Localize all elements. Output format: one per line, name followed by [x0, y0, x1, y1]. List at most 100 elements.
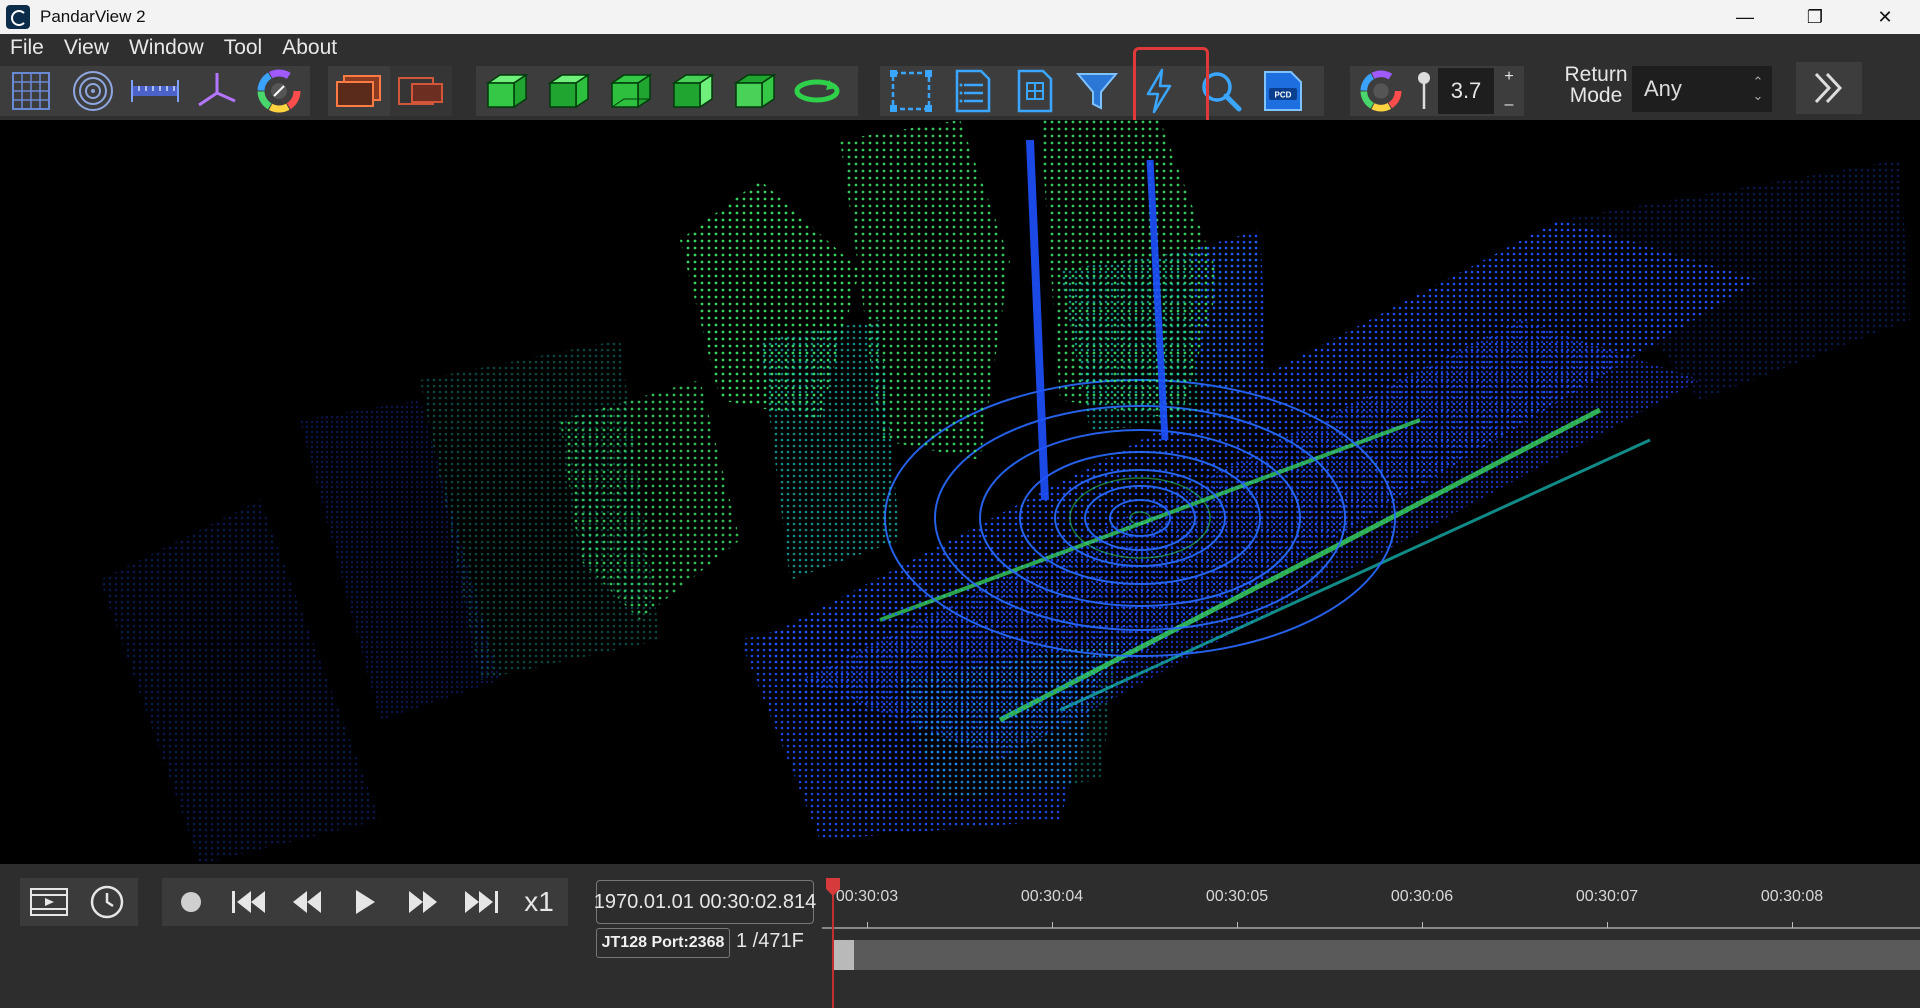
tick-label: 00:30:05: [1205, 888, 1269, 905]
menu-bar: File View Window Tool About: [0, 34, 347, 62]
frames-overlay-button[interactable]: [328, 66, 390, 116]
playback-panel: x1 1970.01.01 00:30:02.814 JT128 Port:23…: [0, 864, 1920, 1008]
record-icon: [181, 892, 201, 912]
menu-window[interactable]: Window: [119, 34, 214, 62]
point-size-group: [1350, 66, 1524, 116]
rotate-reset-button[interactable]: [786, 66, 848, 116]
timestamp-display[interactable]: 1970.01.01 00:30:02.814: [594, 880, 816, 924]
transport-controls: x1: [162, 878, 568, 926]
color-wheel-icon: [257, 69, 301, 113]
tick-mark: [1422, 922, 1423, 928]
return-mode-label-line2: Mode: [1569, 84, 1623, 107]
point-list-icon: [955, 69, 991, 113]
color-wheel-icon: [1360, 70, 1402, 112]
menu-about[interactable]: About: [272, 34, 347, 62]
tick-label: 00:30:04: [1020, 888, 1084, 905]
filter-button[interactable]: [1066, 66, 1128, 116]
cube-front-button[interactable]: [476, 66, 538, 116]
pcd-button[interactable]: PCD: [1252, 66, 1314, 116]
frames-red-icon: [398, 77, 443, 105]
pcd-icon: PCD: [1264, 71, 1302, 111]
play-button[interactable]: [336, 878, 394, 926]
cube-left-icon: [733, 73, 777, 109]
video-mode-button[interactable]: [20, 878, 78, 926]
return-mode-spinner[interactable]: ⌃ ⌄: [1744, 66, 1772, 112]
rewind-icon: [293, 891, 321, 913]
menu-view[interactable]: View: [54, 34, 119, 62]
point-size-increase[interactable]: +: [1504, 68, 1513, 86]
filter-icon: [1076, 73, 1118, 110]
return-mode-value: Any: [1644, 76, 1682, 101]
timeline-axis: [822, 927, 1920, 929]
point-size-value[interactable]: 3.7: [1438, 68, 1494, 114]
cube-views-group: [476, 66, 858, 116]
point-size-decrease[interactable]: –: [1505, 96, 1514, 114]
cube-top-button[interactable]: [600, 66, 662, 116]
select-rect-icon: [890, 70, 932, 112]
timeline[interactable]: 00:30:03 00:30:04 00:30:05 00:30:06 00:3…: [822, 878, 1920, 1008]
fast-forward-button[interactable]: [394, 878, 452, 926]
point-cloud-render: [100, 120, 1910, 864]
timeline-mode-button[interactable]: [78, 878, 136, 926]
tick-label: 00:30:07: [1575, 888, 1639, 905]
chevron-double-right-icon: [1814, 72, 1843, 104]
rotate-reset-icon: [794, 79, 840, 103]
record-button[interactable]: [162, 878, 220, 926]
window-controls: — ❐ ✕: [1710, 0, 1920, 34]
cube-side-button[interactable]: [538, 66, 600, 116]
minimize-button[interactable]: —: [1710, 0, 1780, 34]
title-bar: PandarView 2 — ❐ ✕: [0, 0, 1920, 34]
grid-icon: [12, 72, 50, 110]
axes-button[interactable]: [186, 66, 248, 116]
clock-icon: [90, 885, 124, 919]
cube-side-icon: [547, 73, 591, 109]
analysis-tools-group: PCD: [880, 66, 1324, 116]
film-icon: [30, 888, 68, 916]
skip-to-start-button[interactable]: [220, 878, 278, 926]
fast-forward-icon: [409, 891, 437, 913]
cube-top-icon: [609, 73, 653, 109]
table-icon: [1017, 69, 1053, 113]
cube-right-button[interactable]: [662, 66, 724, 116]
frames-overlay-icon: [336, 75, 381, 107]
point-list-button[interactable]: [942, 66, 1004, 116]
rewind-button[interactable]: [278, 878, 336, 926]
app-logo-icon: [6, 5, 30, 29]
view-tools-group: [0, 66, 310, 116]
window-title: PandarView 2: [40, 7, 146, 26]
device-port-badge: JT128 Port:2368: [596, 928, 730, 958]
menu-file[interactable]: File: [0, 34, 54, 62]
tick-mark: [1792, 922, 1793, 928]
color-wheel-button[interactable]: [248, 66, 310, 116]
timeline-range-start[interactable]: [834, 940, 854, 970]
tick-mark: [1052, 922, 1053, 928]
skip-start-icon: [232, 891, 265, 913]
point-color-button[interactable]: [1350, 66, 1412, 116]
cube-right-icon: [671, 73, 715, 109]
select-rect-button[interactable]: [880, 66, 942, 116]
restore-button[interactable]: ❐: [1780, 0, 1850, 34]
menu-tool[interactable]: Tool: [214, 34, 273, 62]
frames-red-button[interactable]: [390, 66, 452, 116]
cube-left-button[interactable]: [724, 66, 786, 116]
tick-mark: [867, 922, 868, 928]
skip-to-end-button[interactable]: [452, 878, 510, 926]
cube-front-icon: [485, 73, 529, 109]
frame-counter: 1 /471F: [736, 930, 804, 952]
timeline-track[interactable]: [834, 940, 1920, 970]
point-cloud-viewport[interactable]: [0, 120, 1920, 864]
playback-speed[interactable]: x1: [510, 878, 568, 926]
axes-icon: [198, 73, 236, 107]
close-button[interactable]: ✕: [1850, 0, 1920, 34]
pin-icon: [1418, 72, 1430, 109]
concentric-rings-icon: [73, 71, 113, 111]
ruler-button[interactable]: [124, 66, 186, 116]
spin-up-icon: ⌃: [1752, 74, 1764, 89]
grid-button[interactable]: [0, 66, 62, 116]
tick-label: 00:30:08: [1760, 888, 1824, 905]
more-tools-button[interactable]: [1796, 62, 1862, 114]
return-mode-label: Return Mode: [1560, 64, 1632, 106]
table-button[interactable]: [1004, 66, 1066, 116]
frame-tools-group: [328, 66, 452, 116]
rings-button[interactable]: [62, 66, 124, 116]
